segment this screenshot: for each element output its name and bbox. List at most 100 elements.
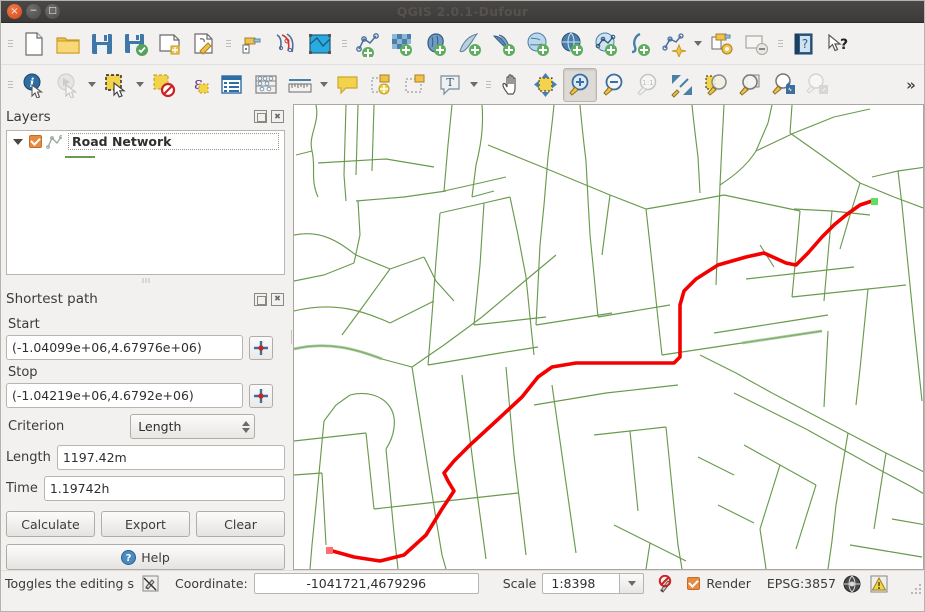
zoom-next-button[interactable] <box>801 68 835 102</box>
messages-warning-icon[interactable] <box>869 573 890 594</box>
zoom-in-button[interactable] <box>563 67 597 102</box>
new-bookmark-button[interactable] <box>365 68 399 102</box>
save-project-as-button[interactable] <box>119 27 153 61</box>
map-navigation-toolbar: i ε T 1:1 » <box>1 64 924 104</box>
scale-label: Scale <box>502 576 537 591</box>
select-features-button[interactable] <box>99 68 133 102</box>
show-bookmarks-button[interactable] <box>399 68 433 102</box>
coordinate-display[interactable]: -1041721,4679296 <box>253 573 479 594</box>
measure-dropdown-caret[interactable] <box>317 68 331 102</box>
new-project-button[interactable] <box>17 27 51 61</box>
save-project-button[interactable] <box>85 27 119 61</box>
composer-manager-button[interactable] <box>187 27 221 61</box>
select-dropdown-caret[interactable] <box>133 68 147 102</box>
start-label: Start <box>8 317 40 332</box>
layer-tree-row[interactable]: Road Network <box>7 131 284 153</box>
add-vector-layer-button[interactable] <box>351 27 385 61</box>
add-delimited-text-layer-button[interactable] <box>269 27 303 61</box>
text-annotation-button[interactable]: T <box>433 68 467 102</box>
map-canvas[interactable] <box>293 104 924 570</box>
render-checkbox[interactable] <box>687 577 701 590</box>
stop-pick-button[interactable] <box>249 383 273 408</box>
toolbar-grip-4[interactable] <box>776 33 784 55</box>
window-maximize-button[interactable]: □ <box>45 4 60 19</box>
run-feature-action-button[interactable] <box>51 68 85 102</box>
add-wcs-layer-button[interactable] <box>555 27 589 61</box>
criterion-spinner-icon[interactable] <box>242 420 251 433</box>
deselect-features-button[interactable] <box>147 68 181 102</box>
toolbar-grip-3[interactable] <box>340 33 348 55</box>
shortest-path-float-button[interactable] <box>254 292 267 306</box>
expand-collapse-icon[interactable] <box>13 138 23 145</box>
toolbar2-grip-2[interactable] <box>484 74 492 96</box>
zoom-last-button[interactable] <box>767 68 801 102</box>
identify-features-button[interactable]: i <box>17 68 51 102</box>
add-postgis-layer-button[interactable] <box>419 27 453 61</box>
calculate-button[interactable]: Calculate <box>6 511 95 537</box>
start-pick-button[interactable] <box>249 335 273 360</box>
layer-properties-button[interactable] <box>705 27 739 61</box>
shortest-path-close-button[interactable]: ✖ <box>271 292 284 306</box>
start-input[interactable] <box>6 335 243 360</box>
add-mssql-layer-button[interactable] <box>487 27 521 61</box>
select-by-expression-button[interactable]: ε <box>181 68 215 102</box>
stop-input[interactable] <box>6 383 243 408</box>
toolbar2-grip[interactable] <box>6 74 14 96</box>
zoom-to-layer-button[interactable] <box>733 68 767 102</box>
open-project-button[interactable] <box>51 27 85 61</box>
scale-dropdown-button[interactable] <box>620 573 645 594</box>
add-wfs-layer-button-2[interactable] <box>589 27 623 61</box>
add-vector-layer-button-main[interactable] <box>303 27 337 61</box>
qgis-window: × − □ QGIS 2.0.1-Dufour ? ? i ε T 1:1 » … <box>0 0 925 612</box>
toolbar-grip[interactable] <box>6 33 14 55</box>
zoom-full-button[interactable] <box>665 68 699 102</box>
minimize-icon: − <box>29 6 38 16</box>
window-resize-grip[interactable] <box>909 582 921 594</box>
new-shapefile-layer-button[interactable] <box>657 27 691 61</box>
window-minimize-button[interactable]: − <box>26 4 41 19</box>
stop-rendering-icon[interactable] <box>656 573 677 594</box>
new-print-composer-button[interactable] <box>153 27 187 61</box>
time-output[interactable] <box>43 476 285 501</box>
layer-visibility-checkbox[interactable] <box>29 135 42 148</box>
zoom-out-button[interactable] <box>597 68 631 102</box>
add-spatialite-layer-button[interactable] <box>453 27 487 61</box>
layers-panel-resize-handle[interactable] <box>142 277 149 283</box>
layer-name-label[interactable]: Road Network <box>68 133 279 150</box>
zoom-actual-size-button[interactable]: 1:1 <box>631 68 665 102</box>
crs-status-icon[interactable] <box>842 573 863 594</box>
pan-map-button[interactable] <box>495 68 529 102</box>
layers-panel-float-button[interactable] <box>254 110 267 124</box>
open-attribute-table-button[interactable] <box>215 68 249 102</box>
pan-to-selection-button[interactable] <box>529 68 563 102</box>
remove-layer-button[interactable] <box>739 27 773 61</box>
help-button[interactable]: ? Help <box>6 544 285 570</box>
annotation-dropdown-caret[interactable] <box>467 68 481 102</box>
toggle-editing-icon[interactable] <box>140 573 161 594</box>
clear-button[interactable]: Clear <box>196 511 285 537</box>
identify-dropdown-caret[interactable] <box>85 68 99 102</box>
add-curve-layer-button[interactable] <box>623 27 657 61</box>
toolbar-grip-2[interactable] <box>224 33 232 55</box>
criterion-select[interactable]: Length <box>130 414 256 439</box>
criterion-label: Criterion <box>8 419 65 434</box>
crs-label[interactable]: EPSG:3857 <box>767 576 836 591</box>
measure-line-button[interactable] <box>283 68 317 102</box>
add-raster-layer-button[interactable] <box>385 27 419 61</box>
whats-this-button[interactable]: ? <box>821 27 855 61</box>
add-wms-layer-button[interactable] <box>521 27 555 61</box>
export-button[interactable]: Export <box>101 511 190 537</box>
toolbar-overflow-button[interactable]: » <box>900 76 922 94</box>
window-close-button[interactable]: × <box>7 4 22 19</box>
help-contents-button[interactable]: ? <box>787 27 821 61</box>
length-output[interactable] <box>56 445 285 470</box>
map-tips-button[interactable] <box>331 68 365 102</box>
new-layer-dropdown-caret[interactable] <box>691 27 705 61</box>
scale-combo[interactable]: 1:8398 <box>542 573 645 594</box>
zoom-to-selection-button[interactable] <box>699 68 733 102</box>
add-wfs-layer-button[interactable] <box>235 27 269 61</box>
scale-value[interactable]: 1:8398 <box>542 573 621 594</box>
layers-panel-close-button[interactable]: ✖ <box>271 110 284 124</box>
statistics-button[interactable] <box>249 68 283 102</box>
layers-tree[interactable]: Road Network <box>6 129 285 283</box>
